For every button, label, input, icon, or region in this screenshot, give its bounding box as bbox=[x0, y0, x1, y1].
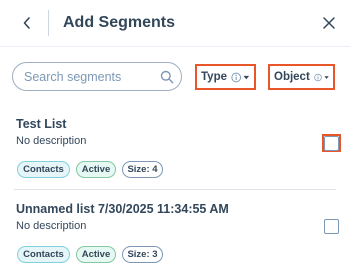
object-tag: Contacts bbox=[17, 161, 70, 178]
page-title: Add Segments bbox=[63, 14, 176, 31]
back-button[interactable] bbox=[18, 12, 36, 34]
size-tag: Size: 3 bbox=[122, 246, 163, 263]
panel-header: Add Segments bbox=[0, 0, 350, 46]
segment-name[interactable]: Test List bbox=[16, 117, 66, 131]
type-filter-label: Type bbox=[201, 71, 227, 83]
segment-checkbox[interactable] bbox=[324, 136, 339, 151]
header-rule bbox=[0, 46, 350, 47]
segment-description: No description bbox=[16, 135, 87, 147]
type-filter-dropdown[interactable]: Type bbox=[195, 64, 256, 90]
search-icon[interactable] bbox=[160, 70, 174, 84]
size-tag: Size: 4 bbox=[122, 161, 163, 178]
segment-divider bbox=[14, 189, 336, 190]
object-filter-label: Object bbox=[274, 71, 310, 83]
object-filter-dropdown[interactable]: Object bbox=[268, 64, 335, 90]
info-icon[interactable] bbox=[314, 72, 322, 83]
segment-name[interactable]: Unnamed list 7/30/2025 11:34:55 AM bbox=[16, 202, 229, 216]
caret-down-icon bbox=[324, 75, 329, 79]
chevron-left-icon bbox=[23, 17, 30, 29]
status-badge: Active bbox=[76, 246, 116, 263]
info-icon[interactable] bbox=[231, 72, 242, 83]
status-badge: Active bbox=[76, 161, 116, 178]
caret-down-icon bbox=[243, 75, 250, 79]
search-input[interactable] bbox=[24, 68, 154, 86]
search-box bbox=[12, 62, 182, 91]
close-button[interactable] bbox=[320, 14, 338, 32]
header-divider bbox=[48, 10, 49, 36]
close-icon bbox=[323, 17, 335, 29]
object-tag: Contacts bbox=[17, 246, 70, 263]
segment-checkbox[interactable] bbox=[324, 219, 339, 234]
segment-description: No description bbox=[16, 220, 87, 232]
